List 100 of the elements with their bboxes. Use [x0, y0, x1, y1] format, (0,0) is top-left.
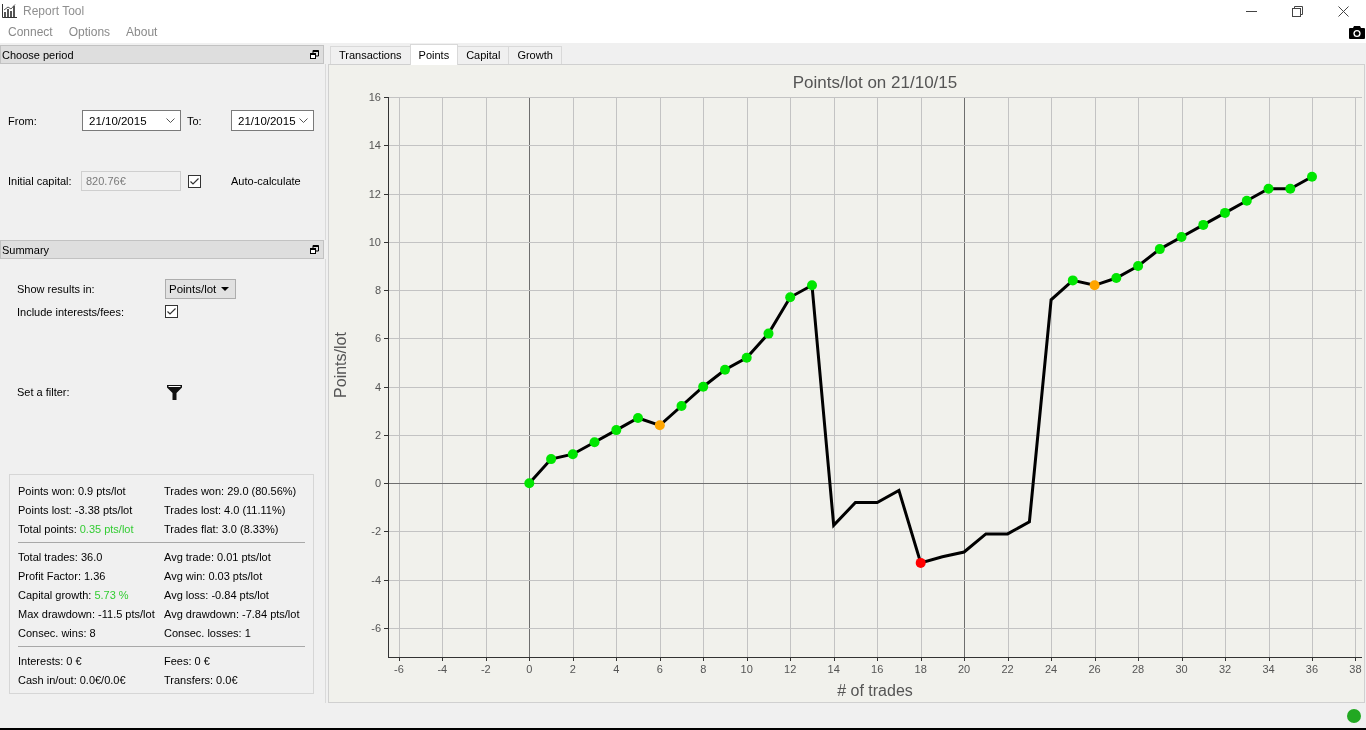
- menu-item[interactable]: About: [118, 22, 166, 43]
- x-tick-label: 0: [526, 663, 533, 675]
- stat-value: -0.84 pts/lot: [211, 589, 269, 601]
- field-label: To:: [186, 114, 203, 127]
- stat-value: -3.38 pts/lot: [74, 504, 133, 516]
- y-axis-title: Points/lot: [332, 332, 349, 398]
- x-tick-label: -4: [437, 663, 448, 675]
- stat-label: Points lost:: [18, 504, 72, 516]
- window-title: Report Tool: [23, 4, 85, 18]
- camera-icon[interactable]: [1349, 26, 1365, 39]
- stat-value: 5.73 %: [94, 589, 129, 601]
- units-dropdown[interactable]: Points/lot: [165, 279, 236, 299]
- x-tick-label: 20: [958, 663, 971, 675]
- stat-value: 0 €: [66, 655, 82, 667]
- chart-title: Points/lot on 21/10/15: [792, 73, 958, 92]
- field-label: From:: [7, 114, 38, 127]
- date-dropdown[interactable]: 21/10/2015: [231, 110, 314, 131]
- float-window-icon[interactable]: [310, 50, 319, 59]
- stat-value: -11.5 pts/lot: [98, 608, 155, 620]
- stat-value: 0.0€/0.0€: [79, 674, 126, 686]
- y-tick-label: 0: [374, 477, 381, 490]
- x-tick-label: 32: [1218, 663, 1232, 675]
- stat-value: 4.0 (11.11%): [224, 504, 286, 516]
- field-label: Include interests/fees:: [16, 305, 125, 318]
- y-tick-label: -4: [371, 573, 381, 586]
- field-label: Initial capital:: [7, 175, 73, 187]
- stat-label: Points won:: [18, 485, 75, 497]
- stat-label: Fees:: [164, 655, 192, 667]
- restore-icon: [1291, 5, 1303, 17]
- y-tick-label: 10: [368, 235, 381, 248]
- stat-label: Consec. wins:: [18, 627, 87, 639]
- x-tick-label: 8: [700, 663, 707, 675]
- stat-label: Interests:: [18, 655, 64, 667]
- stat-label: Total points:: [18, 523, 77, 535]
- stat-label: Capital growth:: [18, 589, 92, 601]
- x-tick-label: 16: [871, 663, 884, 675]
- stat-value: 29.0 (80.56%): [227, 485, 297, 497]
- stat-label: Avg win:: [164, 570, 206, 582]
- stat-label: Avg trade:: [164, 551, 214, 563]
- x-tick-label: 10: [740, 663, 753, 675]
- y-tick-label: 4: [374, 380, 381, 393]
- float-window-icon[interactable]: [310, 245, 319, 254]
- stat-value: 3.0 (8.33%): [221, 523, 279, 535]
- menu-item[interactable]: Connect: [0, 22, 61, 43]
- x-tick-label: 26: [1088, 663, 1101, 675]
- x-tick-label: 4: [613, 663, 620, 675]
- x-axis-title: # of trades: [837, 682, 913, 699]
- panel-title: Summary: [2, 243, 51, 256]
- stat-label: Total trades:: [18, 551, 78, 563]
- stat-value: 1: [244, 627, 251, 639]
- stat-value: 0.01 pts/lot: [216, 551, 271, 563]
- chevron-down-icon: [299, 118, 308, 123]
- date-dropdown[interactable]: 21/10/2015: [82, 110, 181, 131]
- x-tick-label: 30: [1175, 663, 1188, 675]
- stat-label: Profit Factor:: [18, 570, 81, 582]
- tab[interactable]: Transactions: [330, 46, 411, 64]
- x-tick-label: 2: [569, 663, 576, 675]
- chart-logo-icon: [2, 4, 17, 18]
- checkbox[interactable]: [165, 305, 178, 318]
- checkbox-label: Auto-calculate: [231, 175, 301, 187]
- x-tick-label: -2: [480, 663, 491, 675]
- tab[interactable]: Growth: [508, 46, 562, 64]
- stat-label: Cash in/out:: [18, 674, 77, 686]
- x-tick-label: 28: [1131, 663, 1145, 675]
- x-tick-label: 18: [914, 663, 927, 675]
- x-tick-label: 36: [1305, 663, 1319, 675]
- y-tick-label: -2: [371, 525, 381, 538]
- y-tick-label: 8: [374, 284, 381, 297]
- stat-value: 0 €: [194, 655, 210, 667]
- tab[interactable]: Capital: [457, 46, 510, 64]
- menu-item[interactable]: Options: [60, 22, 119, 43]
- stat-label: Avg drawdown:: [164, 608, 239, 620]
- filter-icon[interactable]: [167, 384, 182, 400]
- y-tick-label: 12: [368, 187, 381, 200]
- chevron-down-icon: [166, 118, 175, 123]
- caret-down-icon: [221, 287, 229, 291]
- x-tick-label: 22: [1001, 663, 1014, 675]
- panel-title: Choose period: [2, 48, 75, 61]
- stat-label: Trades lost:: [164, 504, 222, 516]
- x-tick-label: 34: [1262, 663, 1275, 675]
- stat-label: Max drawdown:: [18, 608, 96, 620]
- y-tick-label: 6: [374, 332, 381, 345]
- stat-label: Trades flat:: [164, 523, 219, 535]
- stat-value: 0.35 pts/lot: [79, 523, 134, 535]
- stat-value: 0.03 pts/lot: [208, 570, 263, 582]
- y-tick-label: 2: [374, 428, 381, 441]
- field-label: Show results in:: [16, 283, 96, 295]
- stat-value: 8: [89, 627, 96, 639]
- x-tick-label: 24: [1045, 663, 1058, 675]
- tab[interactable]: Points: [409, 44, 459, 65]
- y-tick-label: 14: [368, 139, 381, 152]
- stat-value: 0.0€: [216, 674, 238, 686]
- x-tick-label: 12: [784, 663, 797, 675]
- x-tick-label: 6: [656, 663, 663, 675]
- field-label: Set a filter:: [16, 386, 71, 398]
- status-dot-icon: [1347, 708, 1361, 723]
- stat-label: Avg loss:: [164, 589, 209, 601]
- stat-label: Trades won:: [164, 485, 225, 497]
- x-tick-label: 14: [827, 663, 840, 675]
- checkbox[interactable]: [188, 174, 201, 188]
